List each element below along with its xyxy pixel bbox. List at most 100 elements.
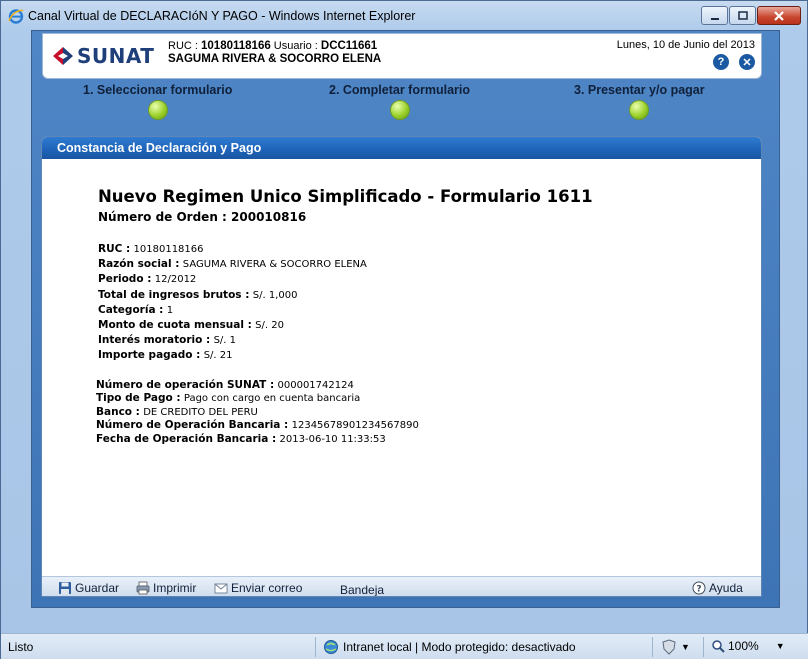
page-header: SUNAT RUC : 10180118166 Usuario : DCC116… xyxy=(42,33,762,79)
status-divider xyxy=(652,637,653,657)
chevron-down-icon: ▼ xyxy=(681,642,690,652)
field-row: RUC : 10180118166 xyxy=(98,242,367,257)
minimize-button[interactable] xyxy=(701,6,728,25)
header-actions: ? ✕ xyxy=(713,54,755,70)
security-zone-label: Intranet local | Modo protegido: desacti… xyxy=(343,640,576,654)
page-background: SUNAT RUC : 10180118166 Usuario : DCC116… xyxy=(32,31,779,607)
field-row: Número de Operación Bancaria : 123456789… xyxy=(96,419,419,432)
field-row: Banco : DE CREDITO DEL PERU xyxy=(96,406,419,419)
field-label: Categoría : xyxy=(98,303,164,316)
page-viewport: SUNAT RUC : 10180118166 Usuario : DCC116… xyxy=(31,30,780,608)
ruc-value: 10180118166 xyxy=(201,40,271,52)
step-status-icon xyxy=(147,100,168,120)
step-label: 3. Presentar y/o pagar xyxy=(574,83,705,97)
step-status-icon xyxy=(629,100,650,120)
field-row: Número de operación SUNAT : 000001742124 xyxy=(96,379,419,392)
window-title: Canal Virtual de DECLARACIóN Y PAGO - Wi… xyxy=(28,9,416,23)
field-row: Razón social : SAGUMA RIVERA & SOCORRO E… xyxy=(98,257,367,272)
help-circle-icon: ? xyxy=(692,581,706,595)
field-row: Interés moratorio : S/. 1 xyxy=(98,333,367,348)
step-label: 2. Completar formulario xyxy=(329,83,470,97)
zoom-level: 100% xyxy=(728,639,759,653)
field-value: S/. 21 xyxy=(203,350,233,362)
field-label: RUC : xyxy=(98,243,131,255)
chevron-down-icon: ▼ xyxy=(775,641,785,651)
svg-text:?: ? xyxy=(696,585,701,595)
save-button[interactable]: Guardar xyxy=(58,581,119,595)
print-button[interactable]: Imprimir xyxy=(136,581,196,595)
current-date: Lunes, 10 de Junio del 2013 xyxy=(616,39,755,51)
panel-toolbar: Guardar Imprimir Enviar correo Bandeja ?… xyxy=(42,576,761,597)
field-row: Monto de cuota mensual : S/. 20 xyxy=(98,318,367,333)
ruc-label: RUC : xyxy=(168,40,198,52)
save-label: Guardar xyxy=(75,581,120,595)
send-email-button[interactable]: Enviar correo xyxy=(214,581,302,595)
step-status-icon xyxy=(389,100,410,120)
order-value: 200010816 xyxy=(231,210,307,224)
help-button[interactable]: ? Ayuda xyxy=(692,581,743,595)
zoom-control[interactable]: 100% ▼ xyxy=(711,639,785,653)
floppy-disk-icon xyxy=(59,582,71,594)
sunat-logo: SUNAT xyxy=(53,44,154,68)
status-text: Listo xyxy=(8,640,34,654)
envelope-icon xyxy=(214,583,228,594)
close-window-button[interactable] xyxy=(757,6,801,25)
tray-label: Bandeja xyxy=(340,583,385,597)
receipt-content: Nuevo Regimen Unico Simplificado - Formu… xyxy=(42,159,761,576)
protected-mode-control[interactable]: ▼ xyxy=(661,639,690,655)
help-label: Ayuda xyxy=(709,581,743,595)
status-divider xyxy=(703,637,704,657)
help-icon[interactable]: ? xyxy=(713,54,729,70)
field-label: Número de Operación Bancaria : xyxy=(96,419,289,432)
field-value: 000001742124 xyxy=(277,380,354,391)
panel-title: Constancia de Declaración y Pago xyxy=(42,137,761,159)
user-label: Usuario : xyxy=(273,40,318,52)
field-label: Número de operación SUNAT : xyxy=(96,379,275,391)
sunat-logo-text: SUNAT xyxy=(77,44,155,68)
order-label: Número de Orden : xyxy=(98,210,227,224)
field-row: Fecha de Operación Bancaria : 2013-06-10… xyxy=(96,433,419,446)
maximize-button[interactable] xyxy=(729,6,756,25)
print-label: Imprimir xyxy=(153,581,197,595)
intranet-globe-icon xyxy=(324,640,338,654)
field-value: DE CREDITO DEL PERU xyxy=(143,406,258,418)
browser-window: Canal Virtual de DECLARACIóN Y PAGO - Wi… xyxy=(0,0,808,659)
declaration-fields: RUC : 10180118166 Razón social : SAGUMA … xyxy=(98,242,367,364)
field-value: Pago con cargo en cuenta bancaria xyxy=(183,393,361,405)
status-divider xyxy=(315,637,316,657)
close-session-icon[interactable]: ✕ xyxy=(739,54,755,70)
maximize-icon xyxy=(737,10,748,20)
field-row: Total de ingresos brutos : S/. 1,000 xyxy=(98,288,367,303)
field-row: Periodo : 12/2012 xyxy=(98,272,367,287)
minimize-icon xyxy=(710,17,719,20)
company-name: SAGUMA RIVERA & SOCORRO ELENA xyxy=(168,53,382,65)
document-title: Nuevo Regimen Unico Simplificado - Formu… xyxy=(98,187,593,206)
field-row: Tipo de Pago : Pago con cargo en cuenta … xyxy=(96,392,419,405)
field-value: S/. 1 xyxy=(213,335,237,347)
field-value: 12345678901234567890 xyxy=(291,420,419,432)
field-value: S/. 20 xyxy=(255,320,284,332)
field-value: S/. 1,000 xyxy=(252,289,298,301)
field-row: Categoría : 1 xyxy=(98,303,367,318)
zoom-icon xyxy=(712,640,725,653)
close-icon xyxy=(774,10,784,21)
tray-link[interactable]: Bandeja xyxy=(340,583,385,597)
step-present-pay: 3. Presentar y/o pagar xyxy=(574,83,705,120)
wizard-steps: 1. Seleccionar formulario 2. Completar f… xyxy=(32,83,779,123)
window-controls xyxy=(701,6,801,25)
field-value: 1 xyxy=(166,304,174,316)
field-label: Interés moratorio : xyxy=(98,334,211,347)
field-value: 2013-06-10 11:33:53 xyxy=(279,433,386,445)
field-label: Fecha de Operación Bancaria : xyxy=(96,432,277,445)
field-label: Monto de cuota mensual : xyxy=(98,319,252,332)
step-label: 1. Seleccionar formulario xyxy=(83,83,233,97)
internet-explorer-icon xyxy=(8,9,24,24)
security-zone[interactable]: Intranet local | Modo protegido: desacti… xyxy=(323,639,576,655)
step-select-form: 1. Seleccionar formulario xyxy=(83,83,232,120)
printer-icon xyxy=(136,581,150,595)
shield-icon xyxy=(662,639,676,655)
field-value: 10180118166 xyxy=(133,244,204,255)
field-label: Banco : xyxy=(96,405,140,418)
field-label: Razón social : xyxy=(98,258,180,271)
field-value: SAGUMA RIVERA & SOCORRO ELENA xyxy=(182,259,367,271)
